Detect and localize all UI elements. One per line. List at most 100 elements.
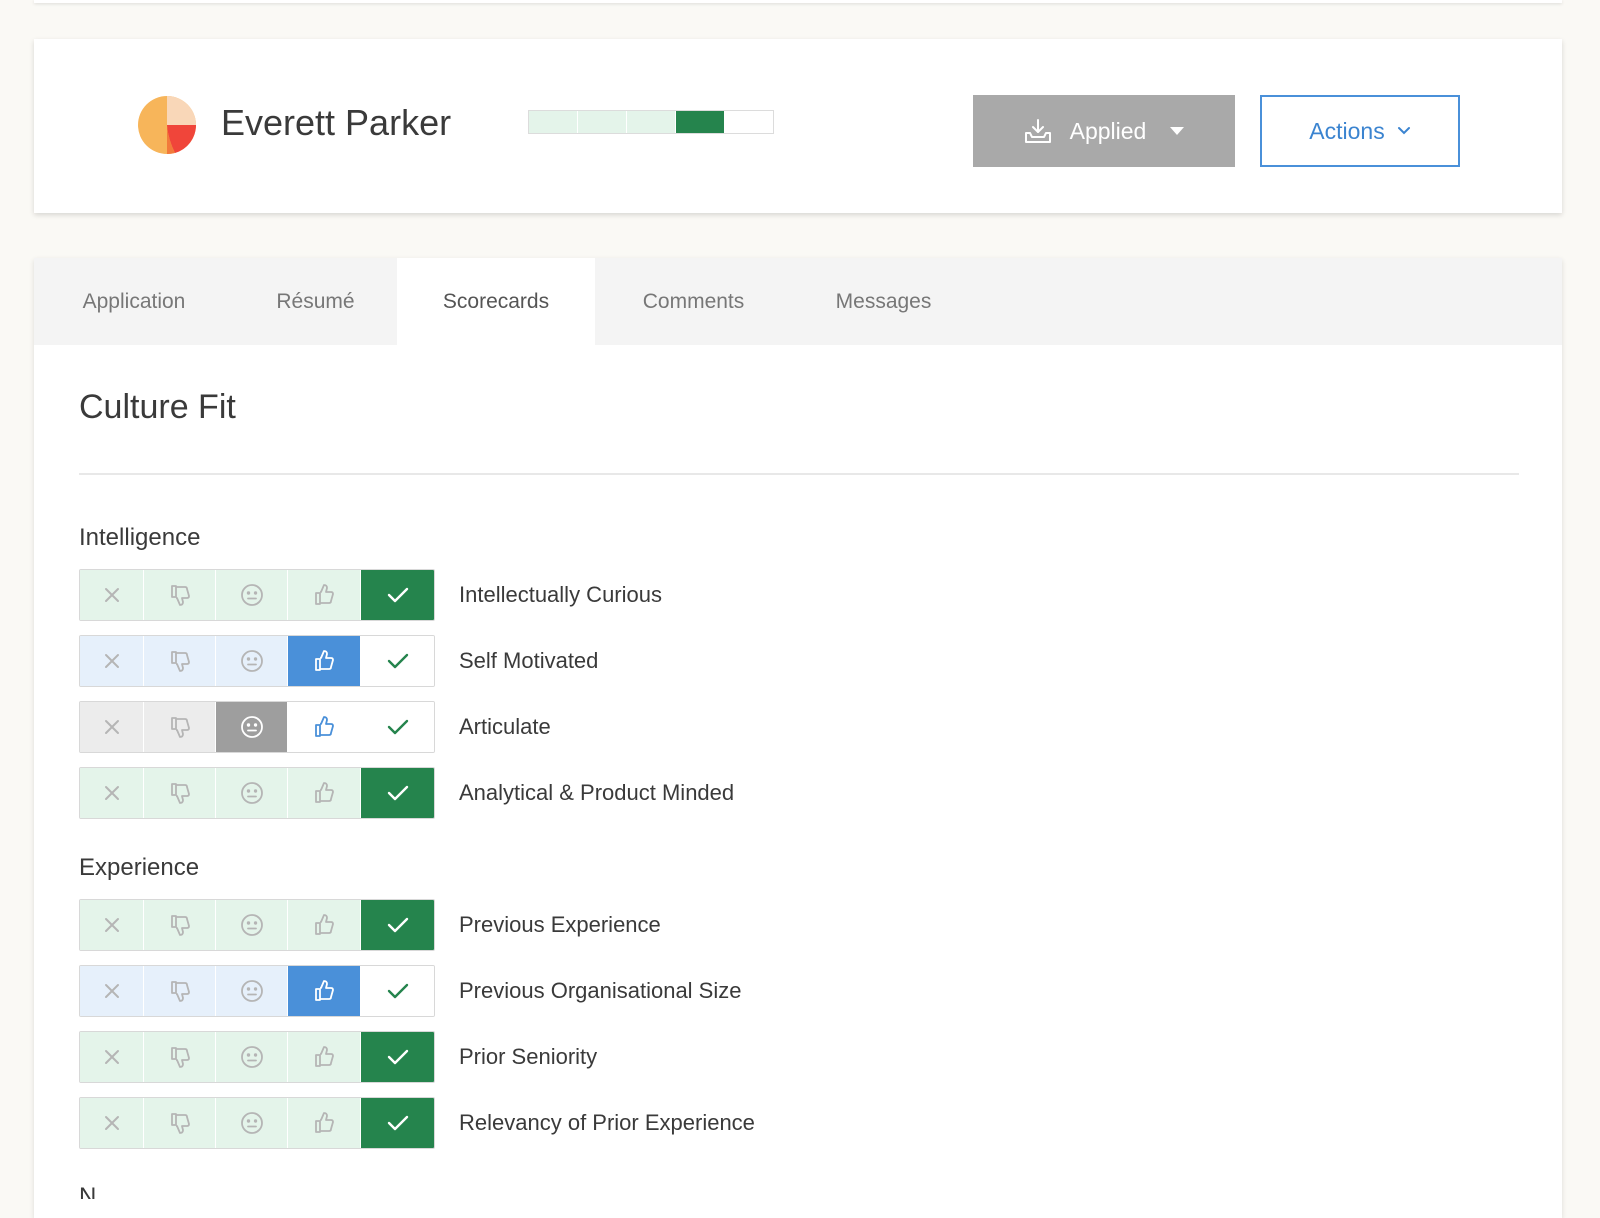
rating-option-neutral[interactable] [216,1032,288,1082]
tab-application[interactable]: Application [34,258,234,345]
rating-option-definitely-not[interactable] [80,1032,144,1082]
rating-option-no[interactable] [144,966,216,1016]
close-icon [103,1048,121,1066]
rating-option-yes[interactable] [288,1032,361,1082]
rating-selector [79,1031,435,1083]
rating-option-no[interactable] [144,1098,216,1148]
rating-option-strong-yes[interactable] [361,966,434,1016]
neutral-face-icon [240,1045,264,1069]
progress-stage [578,111,627,133]
rating-option-neutral[interactable] [216,966,288,1016]
rating-selector [79,1097,435,1149]
group-title: Experience [79,854,200,881]
close-icon [103,982,121,1000]
actions-label: Actions [1309,117,1385,144]
rating-selector [79,767,435,819]
group-title-partial: N [79,1183,97,1199]
scorecard-title: Culture Fit [79,388,236,426]
rating-option-definitely-not[interactable] [80,702,144,752]
thumbs-up-icon [312,583,336,607]
divider [79,473,1519,475]
status-label: Applied [1069,117,1147,144]
check-icon [386,585,410,605]
pipeline-progress-bar [528,110,774,134]
rating-option-definitely-not[interactable] [80,1098,144,1148]
criterion-label: Self Motivated [459,648,599,673]
rating-option-no[interactable] [144,702,216,752]
tab-scorecards[interactable]: Scorecards [397,258,595,345]
rating-option-strong-yes[interactable] [361,900,434,950]
thumbs-down-icon [168,1111,192,1135]
thumbs-up-icon [312,781,336,805]
tab-comments[interactable]: Comments [595,258,792,345]
criterion-label: Prior Seniority [459,1044,598,1069]
rating-option-yes[interactable] [288,900,361,950]
check-icon [386,1047,410,1067]
criterion-label: Articulate [459,714,551,739]
progress-stage-current [676,111,725,133]
tab-resume[interactable]: Résumé [234,258,397,345]
rating-option-yes[interactable] [288,570,361,620]
rating-option-yes[interactable] [288,768,361,818]
check-icon [386,915,410,935]
thumbs-down-icon [168,583,192,607]
neutral-face-icon [240,1111,264,1135]
thumbs-down-icon [168,781,192,805]
rating-option-definitely-not[interactable] [80,966,144,1016]
rating-option-yes[interactable] [288,636,361,686]
close-icon [103,916,121,934]
scorecard-row: Analytical & Product Minded [79,767,734,819]
rating-option-strong-yes[interactable] [361,636,434,686]
rating-option-yes[interactable] [288,1098,361,1148]
thumbs-up-icon [312,913,336,937]
check-icon [386,1113,410,1133]
rating-option-definitely-not[interactable] [80,900,144,950]
progress-stage [529,111,578,133]
rating-option-neutral[interactable] [216,768,288,818]
candidate-avatar [137,95,197,155]
rating-option-no[interactable] [144,900,216,950]
rating-option-neutral[interactable] [216,900,288,950]
rating-option-neutral[interactable] [216,636,288,686]
criterion-label: Previous Organisational Size [459,978,742,1003]
chevron-down-icon [1397,126,1411,136]
scorecard-panel: Application Résumé Scorecards Comments M… [34,258,1562,1218]
rating-selector [79,635,435,687]
scorecard-row: Previous Experience [79,899,661,951]
status-dropdown-button[interactable]: Applied [973,95,1235,167]
rating-option-no[interactable] [144,636,216,686]
rating-option-strong-yes[interactable] [361,768,434,818]
rating-option-neutral[interactable] [216,570,288,620]
candidate-header: Everett Parker Applied Actions [34,39,1562,213]
scorecard-row: Prior Seniority [79,1031,597,1083]
thumbs-up-icon [312,715,336,739]
neutral-face-icon [240,715,264,739]
rating-option-definitely-not[interactable] [80,570,144,620]
actions-dropdown-button[interactable]: Actions [1260,95,1460,167]
thumbs-down-icon [168,913,192,937]
close-icon [103,652,121,670]
rating-option-strong-yes[interactable] [361,702,434,752]
neutral-face-icon [240,781,264,805]
rating-option-definitely-not[interactable] [80,636,144,686]
rating-option-yes[interactable] [288,702,361,752]
progress-stage [627,111,676,133]
rating-option-strong-yes[interactable] [361,1098,434,1148]
tab-messages[interactable]: Messages [792,258,975,345]
neutral-face-icon [240,979,264,1003]
rating-option-strong-yes[interactable] [361,570,434,620]
rating-option-neutral[interactable] [216,702,288,752]
rating-option-strong-yes[interactable] [361,1032,434,1082]
rating-option-no[interactable] [144,570,216,620]
neutral-face-icon [240,583,264,607]
rating-option-no[interactable] [144,768,216,818]
criterion-label: Intellectually Curious [459,582,662,607]
thumbs-down-icon [168,979,192,1003]
rating-option-yes[interactable] [288,966,361,1016]
rating-option-no[interactable] [144,1032,216,1082]
rating-option-definitely-not[interactable] [80,768,144,818]
rating-option-neutral[interactable] [216,1098,288,1148]
thumbs-up-icon [312,979,336,1003]
thumbs-down-icon [168,1045,192,1069]
check-icon [386,651,410,671]
